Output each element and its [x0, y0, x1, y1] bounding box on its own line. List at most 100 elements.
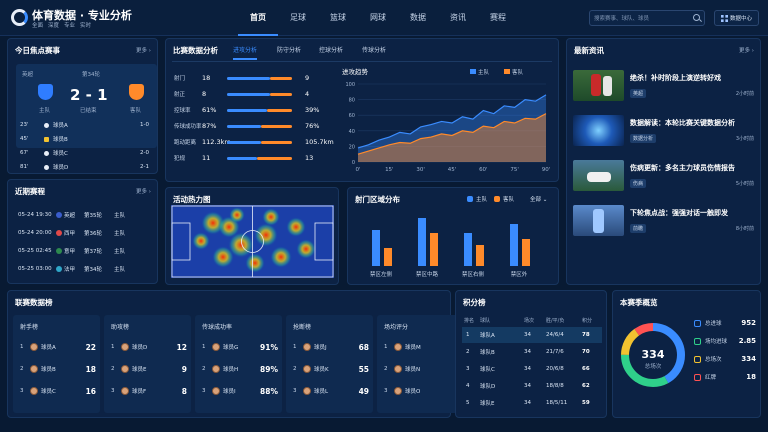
- team-name: 球队E: [480, 401, 495, 407]
- team-label: 主队: [114, 267, 126, 273]
- news-item[interactable]: 绝杀！补时阶段上演逆转好戏 英超 2小时前: [573, 70, 757, 106]
- data-center-button[interactable]: 数据中心: [714, 10, 759, 26]
- schedule-row[interactable]: 05-24 19:30 英超 第35轮 主队: [18, 208, 154, 222]
- avatar: [303, 387, 311, 395]
- match-time: 05-25 02:45: [18, 248, 52, 254]
- search-input[interactable]: [594, 13, 686, 24]
- leader-row[interactable]: 1 球员M: [384, 341, 460, 353]
- player-name: 球员D: [132, 345, 148, 351]
- leader-row[interactable]: 3 球员L 49: [293, 385, 369, 397]
- schedule-row[interactable]: 05-24 20:00 西甲 第36轮 主队: [18, 226, 154, 240]
- stat-bar-track: [227, 156, 292, 160]
- tab-attack[interactable]: 进攻分析: [233, 45, 258, 60]
- leader-row[interactable]: 2 球员E 9: [111, 363, 187, 375]
- news-thumbnail: [573, 205, 624, 236]
- table-row[interactable]: 2 球队B 34 21/7/6 70: [462, 344, 602, 360]
- table-row[interactable]: 4 球队D 34 18/8/8 62: [462, 378, 602, 394]
- schedule-row[interactable]: 05-25 03:00 法甲 第34轮 主队: [18, 262, 154, 276]
- news-item[interactable]: 数据解读：本轮比赛关键数据分析 数据分析 3小时前: [573, 115, 757, 151]
- stat-name: 控球率: [174, 108, 191, 114]
- search-icon[interactable]: [693, 14, 700, 21]
- win-draw-loss: 24/6/4: [546, 332, 564, 338]
- stat-away-value: 39%: [305, 106, 320, 114]
- nav-tennis[interactable]: 网球: [358, 0, 398, 36]
- leader-board[interactable]: 场均评分 1 球员M 2 球员N 3 球员O: [377, 315, 464, 413]
- stat-label: 总进球: [705, 321, 722, 327]
- stat-name: 跑动距离: [174, 140, 197, 146]
- leader-row[interactable]: 2 球员N: [384, 363, 460, 375]
- leader-row[interactable]: 2 球员B 18: [20, 363, 96, 375]
- stat-bar-track: [227, 76, 292, 80]
- stat-row: 传球成功率 87% 76%: [174, 120, 319, 132]
- table-row[interactable]: 1 球队A 34 24/6/4 78: [462, 327, 602, 343]
- news-item[interactable]: 下轮焦点战：强强对话一触即发 前瞻 8小时前: [573, 205, 757, 241]
- leader-row[interactable]: 1 球员A 22: [20, 341, 96, 353]
- shot-bar-away: [384, 248, 392, 266]
- player-name: 球员L: [314, 389, 329, 395]
- round-label: 第35轮: [84, 213, 102, 219]
- team-points: 59: [582, 400, 590, 406]
- today-panel: 今日焦点赛事 更多 › 英超 第34轮 主队 客队 2 - 1 已结束 23' …: [7, 38, 158, 174]
- nav-schedule[interactable]: 赛程: [478, 0, 518, 36]
- win-draw-loss: 21/7/6: [546, 349, 564, 355]
- away-team-crest-icon: [129, 84, 144, 100]
- leader-row[interactable]: 1 球员D 12: [111, 341, 187, 353]
- event-player: 球员D: [53, 165, 69, 171]
- more-link[interactable]: 更多 ›: [136, 187, 151, 195]
- news-title: 下轮焦点战：强强对话一触即发: [630, 209, 728, 217]
- zone-filter-dropdown[interactable]: 全部 ⌄: [530, 195, 547, 203]
- category-label: 禁区中路: [416, 270, 439, 278]
- site-tag: 深度: [48, 23, 60, 29]
- event-score: 2-0: [140, 150, 149, 156]
- leader-board[interactable]: 射手榜 1 球员A 22 2 球员B 18 3 球员C 16: [13, 315, 100, 413]
- leader-board[interactable]: 抢断榜 1 球员J 68 2 球员K 55 3 球员L 49: [286, 315, 373, 413]
- league-name: 意甲: [64, 249, 76, 255]
- tab-passing[interactable]: 传球分析: [362, 45, 386, 54]
- leader-board[interactable]: 助攻榜 1 球员D 12 2 球员E 9 3 球员F 8: [104, 315, 191, 413]
- leader-row[interactable]: 3 球员F 8: [111, 385, 187, 397]
- board-title: 抢断榜: [293, 324, 312, 331]
- stat-away-value: 4: [305, 90, 310, 98]
- panel-title: 最新资讯: [574, 46, 604, 55]
- win-draw-loss: 18/8/8: [546, 383, 564, 389]
- player-name: 球员M: [405, 345, 421, 351]
- player-value: 16: [85, 386, 96, 396]
- more-link[interactable]: 更多 ›: [136, 46, 151, 54]
- table-row[interactable]: 5 球队E 34 18/5/11 59: [462, 395, 602, 411]
- team-name: 球队B: [480, 350, 495, 356]
- nav-basketball[interactable]: 篮球: [318, 0, 358, 36]
- stat-home-value: 61%: [202, 106, 217, 114]
- leader-row[interactable]: 2 球员H 89%: [202, 363, 278, 375]
- more-link[interactable]: 更多 ›: [739, 46, 754, 54]
- more-label: 更多: [136, 189, 148, 195]
- player-value: 88%: [260, 386, 278, 396]
- leader-board[interactable]: 传球成功率 1 球员G 91% 2 球员H 89% 3 球员I 88%: [195, 315, 282, 413]
- news-item[interactable]: 伤病更新：多名主力球员伤情报告 伤病 5小时前: [573, 160, 757, 196]
- nav-home[interactable]: 首页: [238, 0, 278, 36]
- stat-home-value: 112.3km: [202, 138, 231, 146]
- nav-data[interactable]: 数据: [398, 0, 438, 36]
- nav-football[interactable]: 足球: [278, 0, 318, 36]
- stat-home-value: 8: [202, 90, 207, 98]
- leader-row[interactable]: 3 球员O: [384, 385, 460, 397]
- leader-row[interactable]: 2 球员K 55: [293, 363, 369, 375]
- stat-away-value: 13: [305, 154, 314, 162]
- team-points: 78: [582, 332, 590, 338]
- shot-bar-home: [418, 218, 426, 266]
- col-record: 胜/平/负: [546, 318, 565, 324]
- schedule-row[interactable]: 05-25 02:45 意甲 第37轮 主队: [18, 244, 154, 258]
- avatar: [212, 387, 220, 395]
- logo-icon[interactable]: [11, 9, 28, 26]
- leader-row[interactable]: 1 球员G 91%: [202, 341, 278, 353]
- nav-news[interactable]: 资讯: [438, 0, 478, 36]
- leader-row[interactable]: 3 球员I 88%: [202, 385, 278, 397]
- tab-possession[interactable]: 控球分析: [319, 45, 343, 54]
- team-label: 主队: [114, 231, 126, 237]
- leader-row[interactable]: 1 球员J 68: [293, 341, 369, 353]
- player-value: 49: [358, 386, 369, 396]
- col-team: 球队: [480, 318, 491, 324]
- stat-row: 控球率 61% 39%: [174, 104, 319, 116]
- table-row[interactable]: 3 球队C 34 20/6/8 66: [462, 361, 602, 377]
- leader-row[interactable]: 3 球员C 16: [20, 385, 96, 397]
- tab-defense[interactable]: 防守分析: [277, 45, 301, 54]
